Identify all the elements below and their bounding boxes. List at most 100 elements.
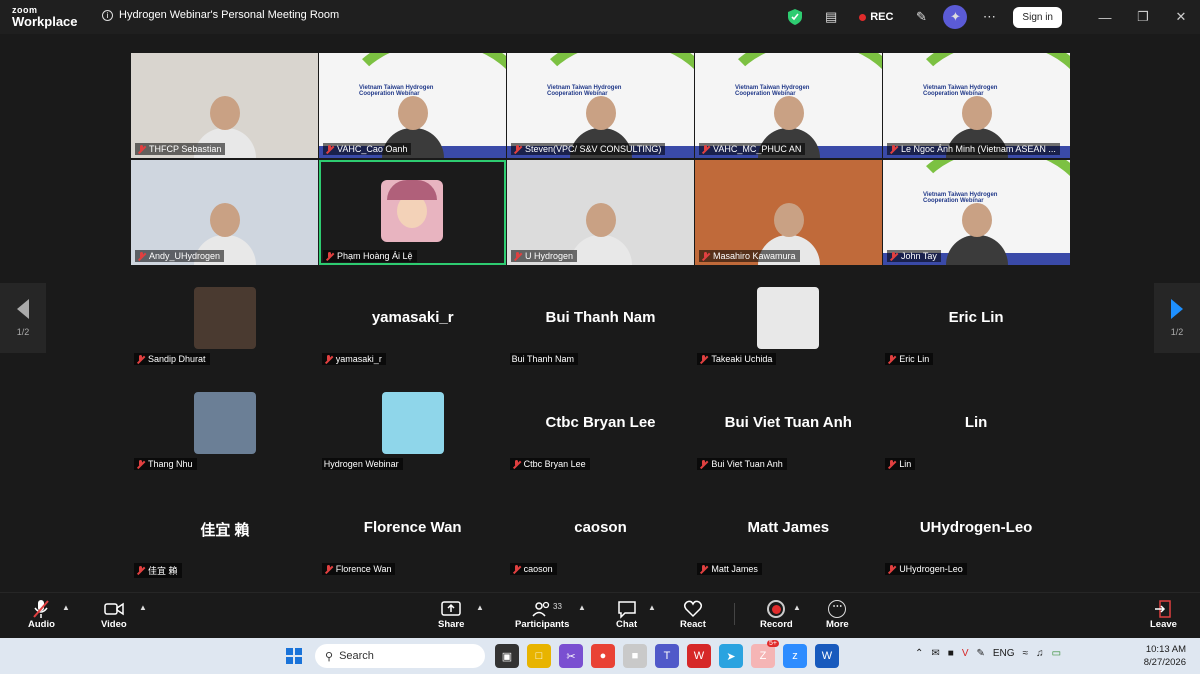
participant-tile[interactable]: Bui Thanh Nam Bui Thanh Nam xyxy=(507,283,695,388)
muted-mic-icon xyxy=(699,564,708,574)
leave-button[interactable]: Leave xyxy=(1150,599,1177,630)
record-caret-icon[interactable]: ▲ xyxy=(793,603,801,612)
participant-tile[interactable]: Eric Lin Eric Lin xyxy=(882,283,1070,388)
wifi-icon[interactable]: ≈ xyxy=(1023,648,1029,659)
participant-tile[interactable]: Hydrogen Webinar xyxy=(319,388,507,493)
tray-pen-icon[interactable]: ✎ xyxy=(977,648,985,659)
video-tile[interactable]: Vietnam Taiwan Hydrogen Cooperation Webi… xyxy=(507,53,694,158)
teams-icon[interactable]: T xyxy=(655,644,679,668)
tray-security-icon[interactable]: ■ xyxy=(948,648,954,659)
participant-tile[interactable]: 佳宜 賴佳宜 賴 xyxy=(131,493,319,598)
zoom-icon[interactable]: z xyxy=(783,644,807,668)
video-tile[interactable]: Vietnam Taiwan Hydrogen Cooperation Webi… xyxy=(883,53,1070,158)
video-tile[interactable]: Vietnam Taiwan Hydrogen Cooperation Webi… xyxy=(883,160,1070,265)
video-grid: THFCP Sebastian Vietnam Taiwan Hydrogen C… xyxy=(131,53,1070,265)
close-icon[interactable]: ✕ xyxy=(1162,9,1200,25)
chrome-icon[interactable]: ● xyxy=(591,644,615,668)
chat-button[interactable]: Chat xyxy=(616,599,637,630)
participant-tile[interactable]: Sandip Dhurat xyxy=(131,283,319,388)
participant-name: Sandip Dhurat xyxy=(148,354,206,364)
apps-grid-icon[interactable]: ⋯ xyxy=(975,3,1003,31)
react-button[interactable]: React xyxy=(680,599,706,630)
participant-name: Bui Viet Tuan Anh xyxy=(711,459,783,469)
restore-icon[interactable]: ❐ xyxy=(1124,9,1162,25)
participant-tile[interactable]: caoson caoson xyxy=(507,493,695,598)
taskbar-search[interactable]: ⚲ Search xyxy=(315,644,485,668)
prev-page-button[interactable]: 1/2 xyxy=(0,283,46,353)
avatar xyxy=(381,180,443,242)
video-tile[interactable]: Andy_UHydrogen xyxy=(131,160,318,265)
video-button[interactable]: Video xyxy=(101,599,127,630)
file-explorer-icon[interactable]: □ xyxy=(527,644,551,668)
participants-icon xyxy=(532,599,552,619)
toolbar-divider xyxy=(734,603,735,625)
participants-count: 33 xyxy=(553,602,562,611)
clock[interactable]: 10:13 AM 8/27/2026 xyxy=(1144,643,1186,669)
participant-tile[interactable]: Matt James Matt James xyxy=(694,493,882,598)
participant-display-name: caoson xyxy=(574,519,627,536)
muted-mic-icon xyxy=(137,144,146,154)
chat-caret-icon[interactable]: ▲ xyxy=(648,603,656,612)
next-page-button[interactable]: 1/2 xyxy=(1154,283,1200,353)
pen-icon[interactable]: ✎ xyxy=(907,3,935,31)
participant-tile[interactable]: Takeaki Uchida xyxy=(694,283,882,388)
participant-tile[interactable]: Thang Nhu xyxy=(131,388,319,493)
recording-indicator[interactable]: REC xyxy=(859,11,893,23)
muted-mic-icon xyxy=(512,564,521,574)
video-tile[interactable]: Vietnam Taiwan Hydrogen Cooperation Webi… xyxy=(695,53,882,158)
participant-name-label: THFCP Sebastian xyxy=(135,143,226,155)
participant-tile[interactable]: Ctbc Bryan Lee Ctbc Bryan Lee xyxy=(507,388,695,493)
video-tile[interactable]: U Hydrogen xyxy=(507,160,694,265)
participant-name-label: Steven(VPC/ S&V CONSULTING) xyxy=(511,143,666,155)
audio-label: Audio xyxy=(28,619,55,630)
language-indicator[interactable]: ENG xyxy=(993,648,1015,659)
participant-name: John Tay xyxy=(901,251,937,261)
shield-icon[interactable] xyxy=(781,3,809,31)
volume-icon[interactable]: ♫ xyxy=(1036,648,1044,659)
participant-tile[interactable]: Florence Wan Florence Wan xyxy=(319,493,507,598)
participant-tile[interactable]: UHydrogen-Leo UHydrogen-Leo xyxy=(882,493,1070,598)
muted-mic-icon xyxy=(325,251,334,261)
title-bar-actions: ▤ REC ✎ ✦ ⋯ Sign in — ❐ ✕ xyxy=(777,0,1200,34)
minimize-icon[interactable]: — xyxy=(1086,10,1124,25)
windows-start-icon[interactable] xyxy=(286,648,302,664)
audio-button[interactable]: Audio xyxy=(28,599,55,630)
participant-tile[interactable]: Lin Lin xyxy=(882,388,1070,493)
video-tile[interactable]: Masahiro Kawamura xyxy=(695,160,882,265)
video-tile[interactable]: Phạm Hoàng Ái Lệ xyxy=(319,160,506,265)
record-button[interactable]: Record xyxy=(760,599,793,630)
share-caret-icon[interactable]: ▲ xyxy=(476,603,484,612)
participant-name-label: U Hydrogen xyxy=(511,250,578,262)
more-button[interactable]: ⋯ More xyxy=(826,599,849,630)
zalo-icon[interactable]: Z 5+ xyxy=(751,640,779,668)
word-icon[interactable]: W xyxy=(815,644,839,668)
battery-icon[interactable]: ▭ xyxy=(1052,648,1061,659)
participant-tile[interactable]: yamasaki_r yamasaki_r xyxy=(319,283,507,388)
ai-companion-icon[interactable]: ✦ xyxy=(943,5,968,29)
video-tile[interactable]: Vietnam Taiwan Hydrogen Cooperation Webi… xyxy=(319,53,506,158)
video-caret-icon[interactable]: ▲ xyxy=(139,603,147,612)
chevron-up-icon[interactable]: ⌃ xyxy=(915,648,923,659)
tray-app-icon[interactable]: ✉ xyxy=(931,648,939,659)
muted-mic-icon xyxy=(136,459,145,469)
notes-icon[interactable]: ▤ xyxy=(817,3,845,31)
participant-display-name: Ctbc Bryan Lee xyxy=(545,414,656,431)
muted-mic-icon xyxy=(33,599,50,619)
telegram-icon[interactable]: ➤ xyxy=(719,644,743,668)
muted-mic-icon xyxy=(136,354,145,364)
zalo-badge: 5+ xyxy=(767,640,779,647)
share-button[interactable]: Share xyxy=(438,599,464,630)
video-tile[interactable]: THFCP Sebastian xyxy=(131,53,318,158)
camera-icon xyxy=(104,599,124,619)
tray-v-icon[interactable]: V xyxy=(962,648,969,659)
task-view-icon[interactable]: ▣ xyxy=(495,644,519,668)
participant-tile[interactable]: Bui Viet Tuan Anh Bui Viet Tuan Anh xyxy=(694,388,882,493)
snipping-tool-icon[interactable]: ✂ xyxy=(559,644,583,668)
participant-name: Takeaki Uchida xyxy=(711,354,773,364)
sign-in-button[interactable]: Sign in xyxy=(1013,6,1062,28)
info-icon[interactable]: i xyxy=(102,9,113,21)
audio-caret-icon[interactable]: ▲ xyxy=(62,603,70,612)
participants-caret-icon[interactable]: ▲ xyxy=(578,603,586,612)
wps-icon[interactable]: W xyxy=(687,644,711,668)
game-icon[interactable]: ■ xyxy=(623,644,647,668)
